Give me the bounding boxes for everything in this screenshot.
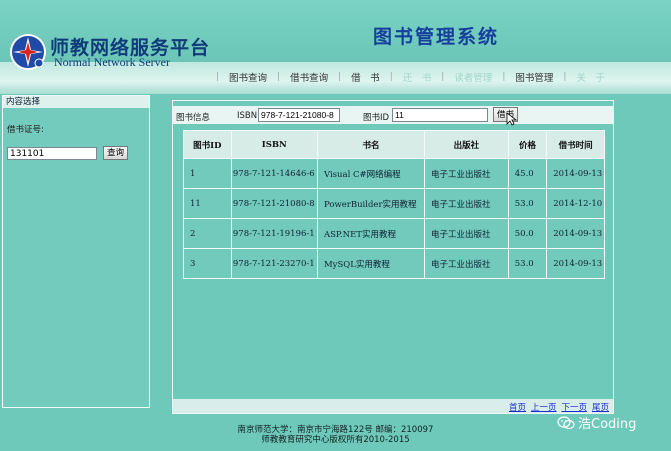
query-button[interactable]: 查询 [103, 146, 129, 160]
cell-title: PowerBuilder实用教程 [316, 188, 426, 219]
col-isbn: ISBN [230, 130, 318, 159]
table-row: 3 978-7-121-23270-1 MySQL实用教程 电子工业出版社 53… [183, 248, 605, 279]
logo-icon [10, 34, 46, 70]
cell-price: 53.0 [507, 248, 548, 279]
borrowed-books-table: 图书ID ISBN 书名 出版社 价格 借书时间 1 978-7-121-146… [183, 130, 605, 279]
mouse-cursor-icon [506, 112, 517, 126]
nav-item-book-manage[interactable]: 图书管理 [505, 70, 563, 84]
filter-bar: 图书信息 ISBN 图书ID 借书 [173, 106, 613, 124]
isbn-label: ISBN [237, 111, 258, 121]
cell-publisher: 电子工业出版社 [424, 158, 509, 189]
nav-item-book-query[interactable]: 图书查询 [219, 70, 277, 84]
last-page-link[interactable]: 尾页 [592, 401, 609, 413]
cell-borrow-date: 2014-09-13 [546, 158, 605, 189]
pagination: 首页 上一页 下一页 尾页 [509, 401, 609, 413]
cell-book-id: 11 [183, 188, 232, 219]
cell-borrow-date: 2014-12-10 [546, 188, 605, 219]
cell-title: MySQL实用教程 [316, 248, 426, 279]
nav-item-borrow[interactable]: 借 书 [341, 70, 390, 84]
pager-bar: 首页 上一页 下一页 尾页 [173, 399, 613, 413]
first-page-link[interactable]: 首页 [509, 401, 526, 413]
cell-publisher: 电子工业出版社 [424, 188, 509, 219]
cell-book-id: 3 [183, 248, 232, 279]
cell-book-id: 2 [183, 218, 232, 249]
main-panel: 图书信息 ISBN 图书ID 借书 图书ID ISBN 书名 出版社 价格 借书… [172, 100, 614, 414]
cell-price: 50.0 [507, 218, 548, 249]
cell-book-id: 1 [183, 158, 232, 189]
sidebar-title: 内容选择 [3, 96, 149, 108]
main-nav: | 图书查询 | 借书查询 | 借 书 | 还 书 | 读者管理 | 图书管理 … [216, 70, 615, 84]
sidebar: 内容选择 借书证号: 查询 [2, 95, 150, 408]
book-info-label: 图书信息 [176, 113, 211, 123]
cell-publisher: 电子工业出版社 [424, 218, 509, 249]
cell-price: 45.0 [507, 158, 548, 189]
table-row: 1 978-7-121-14646-6 Visual C#网络编程 电子工业出版… [183, 158, 605, 189]
book-id-label: 图书ID [363, 113, 390, 123]
cell-isbn: 978-7-121-19196-1 [230, 218, 318, 249]
system-title: 图书管理系统 [373, 26, 500, 48]
cell-price: 53.0 [507, 188, 548, 219]
nav-item-return[interactable]: 还 书 [393, 70, 442, 84]
col-borrow-date: 借书时间 [546, 130, 605, 159]
col-publisher: 出版社 [424, 130, 509, 159]
nav-item-about[interactable]: 关 于 [566, 70, 615, 84]
card-number-label: 借书证号: [7, 125, 44, 135]
nav-item-reader-manage[interactable]: 读者管理 [444, 70, 502, 84]
card-number-input[interactable] [7, 147, 97, 160]
cell-isbn: 978-7-121-21080-8 [230, 188, 318, 219]
wechat-icon [557, 415, 575, 429]
cell-title: ASP.NET实用教程 [316, 218, 426, 249]
brand-name-en: Normal Network Server [54, 55, 170, 69]
table-row: 2 978-7-121-19196-1 ASP.NET实用教程 电子工业出版社 … [183, 218, 605, 249]
watermark: 浩Coding [557, 413, 636, 432]
cell-isbn: 978-7-121-14646-6 [230, 158, 318, 189]
cell-publisher: 电子工业出版社 [424, 248, 509, 279]
cell-borrow-date: 2014-09-13 [546, 248, 605, 279]
col-title: 书名 [316, 130, 426, 159]
next-page-link[interactable]: 下一页 [561, 401, 587, 413]
footer-copyright: 师教教育研究中心版权所有2010-2015 [261, 435, 410, 445]
col-book-id: 图书ID [183, 130, 232, 159]
cell-borrow-date: 2014-09-13 [546, 218, 605, 249]
watermark-text: 浩Coding [578, 417, 637, 432]
prev-page-link[interactable]: 上一页 [531, 401, 557, 413]
table-header-row: 图书ID ISBN 书名 出版社 价格 借书时间 [183, 130, 605, 159]
cell-isbn: 978-7-121-23270-1 [230, 248, 318, 279]
table-row: 11 978-7-121-21080-8 PowerBuilder实用教程 电子… [183, 188, 605, 219]
header: 师教网络服务平台 Normal Network Server 图书管理系统 | … [0, 0, 671, 94]
cell-title: Visual C#网络编程 [316, 158, 426, 189]
isbn-input[interactable] [258, 108, 340, 122]
nav-item-borrow-query[interactable]: 借书查询 [280, 70, 338, 84]
book-id-input[interactable] [392, 108, 488, 122]
col-price: 价格 [507, 130, 548, 159]
